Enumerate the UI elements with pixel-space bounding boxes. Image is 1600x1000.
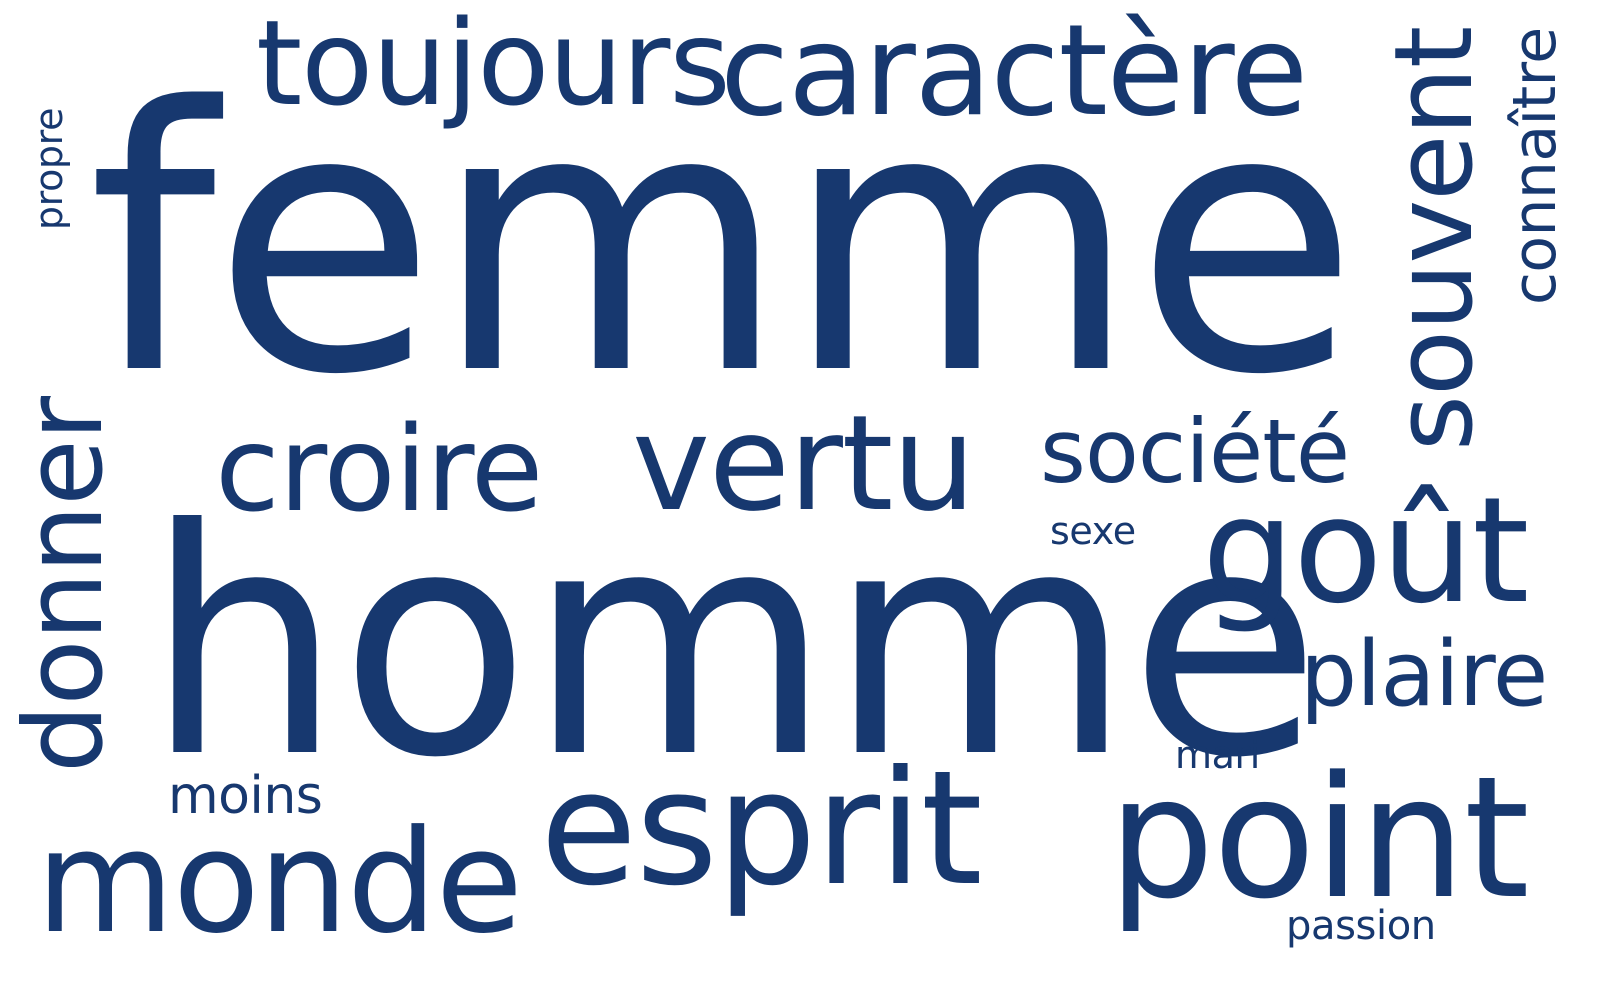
word-gout: goût bbox=[1202, 466, 1529, 636]
word-caractere: caractère bbox=[720, 0, 1308, 144]
word-connaitre: connaître bbox=[1500, 27, 1570, 305]
word-donner: donner bbox=[2, 397, 127, 773]
word-point: point bbox=[1108, 740, 1530, 936]
word-croire: croire bbox=[215, 400, 543, 538]
word-plaire: plaire bbox=[1300, 622, 1548, 727]
word-sexe: sexe bbox=[1050, 509, 1136, 553]
word-souvent: souvent bbox=[1372, 26, 1497, 452]
word-vertu: vertu bbox=[632, 387, 976, 541]
word-monde: monde bbox=[36, 800, 523, 965]
word-toujours: toujours bbox=[256, 0, 731, 132]
word-esprit: esprit bbox=[540, 737, 983, 921]
word-propre-text: propre bbox=[27, 107, 72, 231]
word-passion: passion bbox=[1286, 903, 1436, 949]
word-cloud: femme homme toujours caractère propre cr… bbox=[0, 0, 1600, 1000]
word-propre: propre bbox=[27, 107, 72, 231]
